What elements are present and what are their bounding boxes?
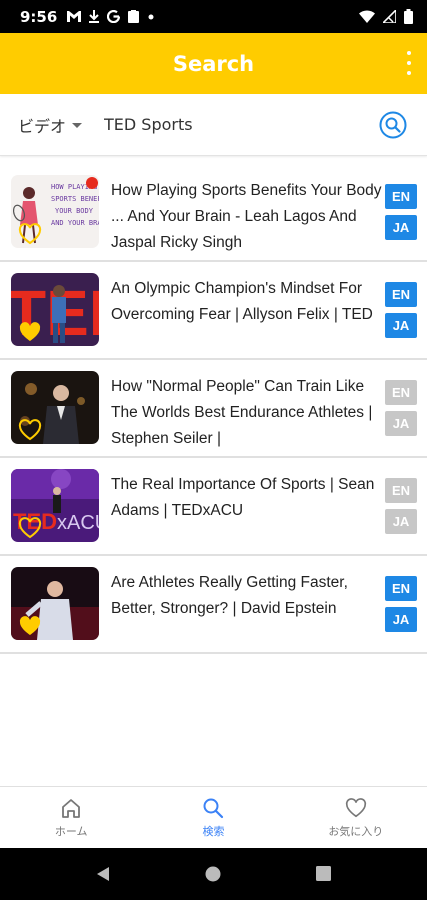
lang-ja-button[interactable]: JA bbox=[385, 509, 417, 534]
list-item[interactable]: TED xACU The Real Importance Of Sports |… bbox=[0, 458, 427, 556]
gmail-icon bbox=[67, 11, 82, 22]
app-header: Search bbox=[0, 33, 427, 94]
list-item[interactable]: HOW PLAYING SPORTS BENEFITS YOUR BODY AN… bbox=[0, 164, 427, 262]
lang-ja-button[interactable]: JA bbox=[385, 215, 417, 240]
chevron-down-icon bbox=[72, 123, 83, 128]
search-icon[interactable] bbox=[379, 111, 407, 139]
nav-favorites-label: お気に入り bbox=[328, 824, 384, 838]
nav-search[interactable]: 検索 bbox=[142, 787, 284, 848]
back-icon[interactable] bbox=[96, 866, 110, 882]
favorite-heart-icon[interactable] bbox=[18, 517, 42, 539]
bottom-nav: ホーム 検索 お気に入り bbox=[0, 786, 427, 848]
video-thumbnail[interactable]: HOW PLAYING SPORTS BENEFITS YOUR BODY AN… bbox=[11, 175, 99, 248]
system-nav-bar bbox=[0, 848, 427, 900]
category-label: ビデオ bbox=[18, 116, 67, 136]
status-time: 9:56 bbox=[20, 7, 58, 26]
favorite-heart-icon[interactable] bbox=[18, 615, 42, 637]
video-title[interactable]: An Olympic Champion's Mindset For Overco… bbox=[111, 276, 383, 354]
favorite-heart-icon[interactable] bbox=[18, 321, 42, 343]
search-bar: ビデオ bbox=[0, 94, 427, 156]
video-title[interactable]: Are Athletes Really Getting Faster, Bett… bbox=[111, 570, 383, 648]
lang-en-button[interactable]: EN bbox=[385, 380, 417, 405]
home-icon bbox=[62, 798, 81, 818]
g-icon bbox=[107, 10, 121, 23]
video-thumbnail[interactable]: TED xACU bbox=[11, 469, 99, 542]
home-circle-icon[interactable] bbox=[205, 866, 221, 882]
overflow-menu-icon[interactable] bbox=[405, 51, 413, 75]
search-icon bbox=[203, 798, 224, 818]
category-dropdown[interactable]: ビデオ bbox=[18, 113, 83, 137]
search-input[interactable] bbox=[104, 115, 355, 134]
recents-icon[interactable] bbox=[316, 866, 331, 881]
lang-ja-button[interactable]: JA bbox=[385, 607, 417, 632]
page-title: Search bbox=[172, 51, 255, 76]
video-list: HOW PLAYING SPORTS BENEFITS YOUR BODY AN… bbox=[0, 164, 427, 654]
nav-home[interactable]: ホーム bbox=[0, 787, 142, 848]
notification-icons bbox=[67, 10, 155, 23]
video-thumbnail[interactable]: TED bbox=[11, 273, 99, 346]
lang-en-button[interactable]: EN bbox=[385, 576, 417, 601]
lang-en-button[interactable]: EN bbox=[385, 478, 417, 503]
signal-icon bbox=[383, 10, 396, 23]
list-item[interactable]: TED An Olympic Champion's Mindset For Ov… bbox=[0, 262, 427, 360]
svg-text:xACU: xACU bbox=[57, 512, 99, 534]
download-icon bbox=[89, 10, 100, 23]
nav-search-label: 検索 bbox=[202, 824, 225, 838]
heart-icon bbox=[345, 797, 366, 817]
wifi-icon bbox=[359, 10, 375, 23]
nav-home-label: ホーム bbox=[54, 824, 88, 838]
video-title[interactable]: How Playing Sports Benefits Your Body ..… bbox=[111, 178, 383, 256]
nav-favorites[interactable]: お気に入り bbox=[285, 787, 427, 848]
list-item[interactable]: How "Normal People" Can Train Like The W… bbox=[0, 360, 427, 458]
favorite-heart-icon[interactable] bbox=[18, 223, 42, 245]
video-thumbnail[interactable] bbox=[11, 371, 99, 444]
video-thumbnail[interactable] bbox=[11, 567, 99, 640]
svg-text:SPORTS BENEFITS: SPORTS BENEFITS bbox=[51, 195, 99, 203]
lang-en-button[interactable]: EN bbox=[385, 282, 417, 307]
dot-icon bbox=[148, 14, 154, 19]
system-status-icons bbox=[359, 9, 413, 24]
svg-text:AND YOUR BRAIN: AND YOUR BRAIN bbox=[51, 219, 99, 227]
lang-ja-button[interactable]: JA bbox=[385, 411, 417, 436]
video-title[interactable]: How "Normal People" Can Train Like The W… bbox=[111, 374, 383, 452]
list-item[interactable]: Are Athletes Really Getting Faster, Bett… bbox=[0, 556, 427, 654]
favorite-heart-icon[interactable] bbox=[18, 419, 42, 441]
lang-ja-button[interactable]: JA bbox=[385, 313, 417, 338]
clipboard-icon bbox=[128, 10, 140, 23]
video-title[interactable]: The Real Importance Of Sports | Sean Ada… bbox=[111, 472, 383, 550]
lang-en-button[interactable]: EN bbox=[385, 184, 417, 209]
status-bar: 9:56 bbox=[0, 0, 427, 33]
battery-icon bbox=[404, 9, 413, 24]
svg-text:YOUR BODY: YOUR BODY bbox=[55, 207, 94, 215]
